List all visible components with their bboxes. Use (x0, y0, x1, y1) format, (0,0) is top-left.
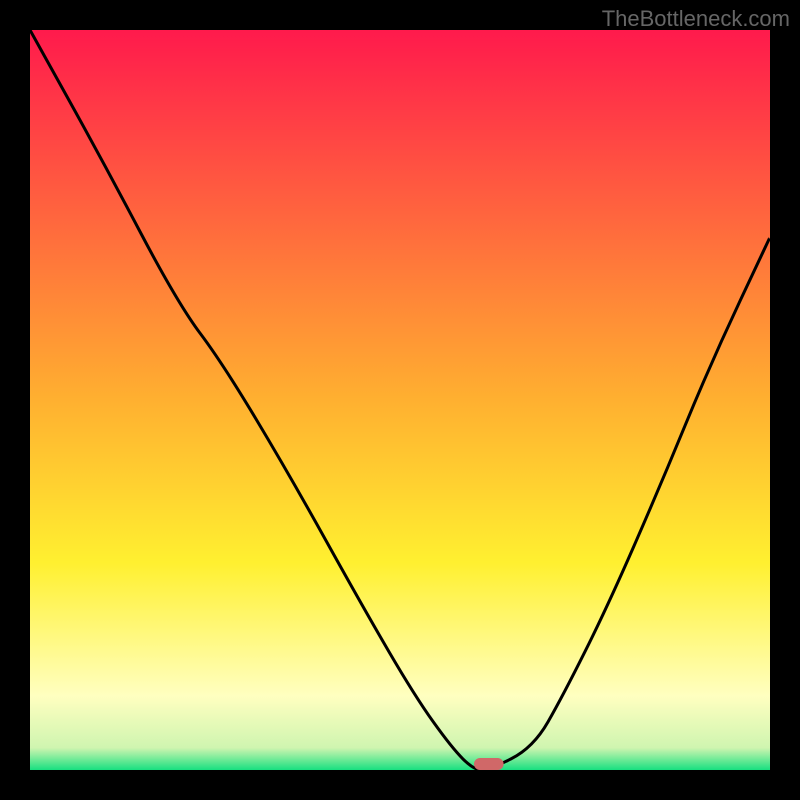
chart-plot-area (30, 30, 770, 770)
chart-svg (30, 30, 770, 770)
dip-marker (474, 758, 504, 770)
gradient-background (30, 30, 770, 770)
watermark-text: TheBottleneck.com (602, 6, 790, 32)
